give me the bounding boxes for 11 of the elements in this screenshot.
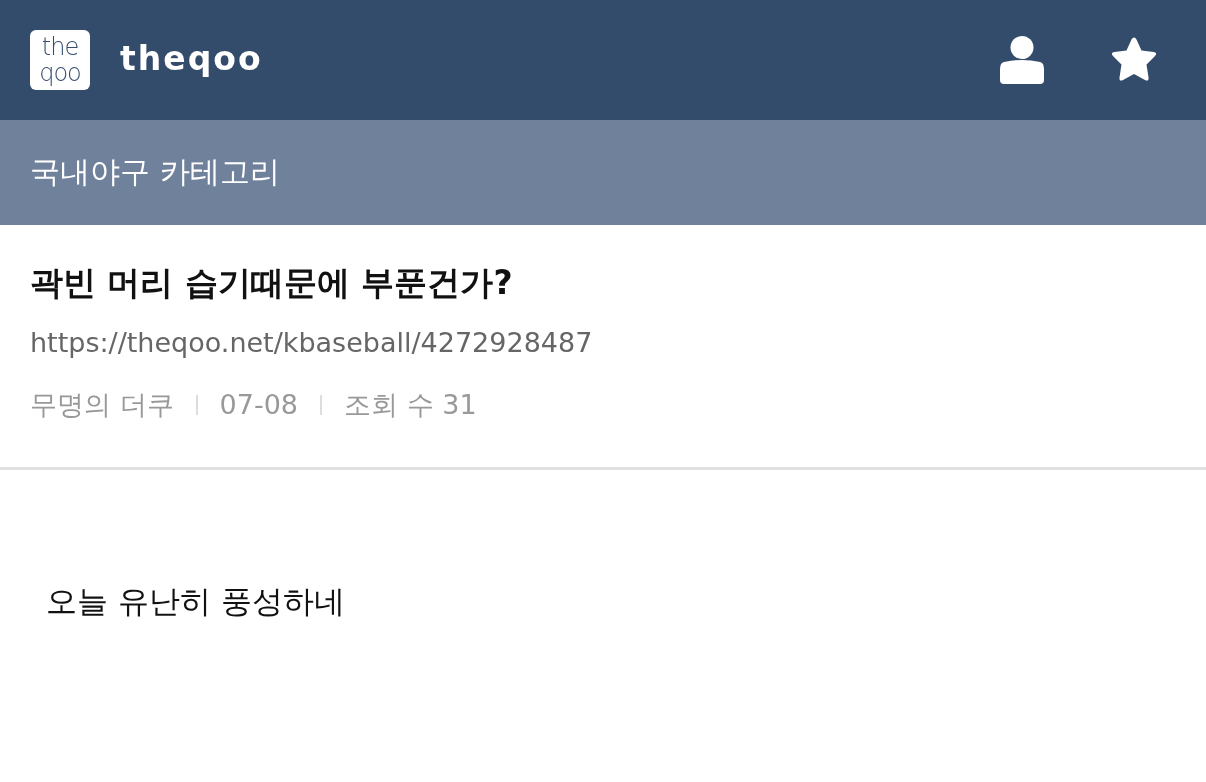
post-title: 곽빈 머리 습기때문에 부푼건가? xyxy=(30,262,514,304)
site-name: theqoo xyxy=(120,38,263,78)
person-icon xyxy=(1000,36,1044,84)
post-body-text: 오늘 유난히 풍성하네 xyxy=(46,582,346,621)
post-meta-text: 07-08 xyxy=(219,388,299,422)
logo[interactable]: the qoo xyxy=(30,30,90,90)
post-url-link[interactable]: https://theqoo.net/kbaseball/4272928487 xyxy=(30,325,1176,361)
post-meta-text: 무명의 더쿠 xyxy=(30,388,174,422)
post-meta-text: 조회 수 31 xyxy=(344,388,477,422)
profile-button[interactable] xyxy=(1000,36,1044,84)
category-title: 국내야구 카테고리 xyxy=(30,153,280,191)
